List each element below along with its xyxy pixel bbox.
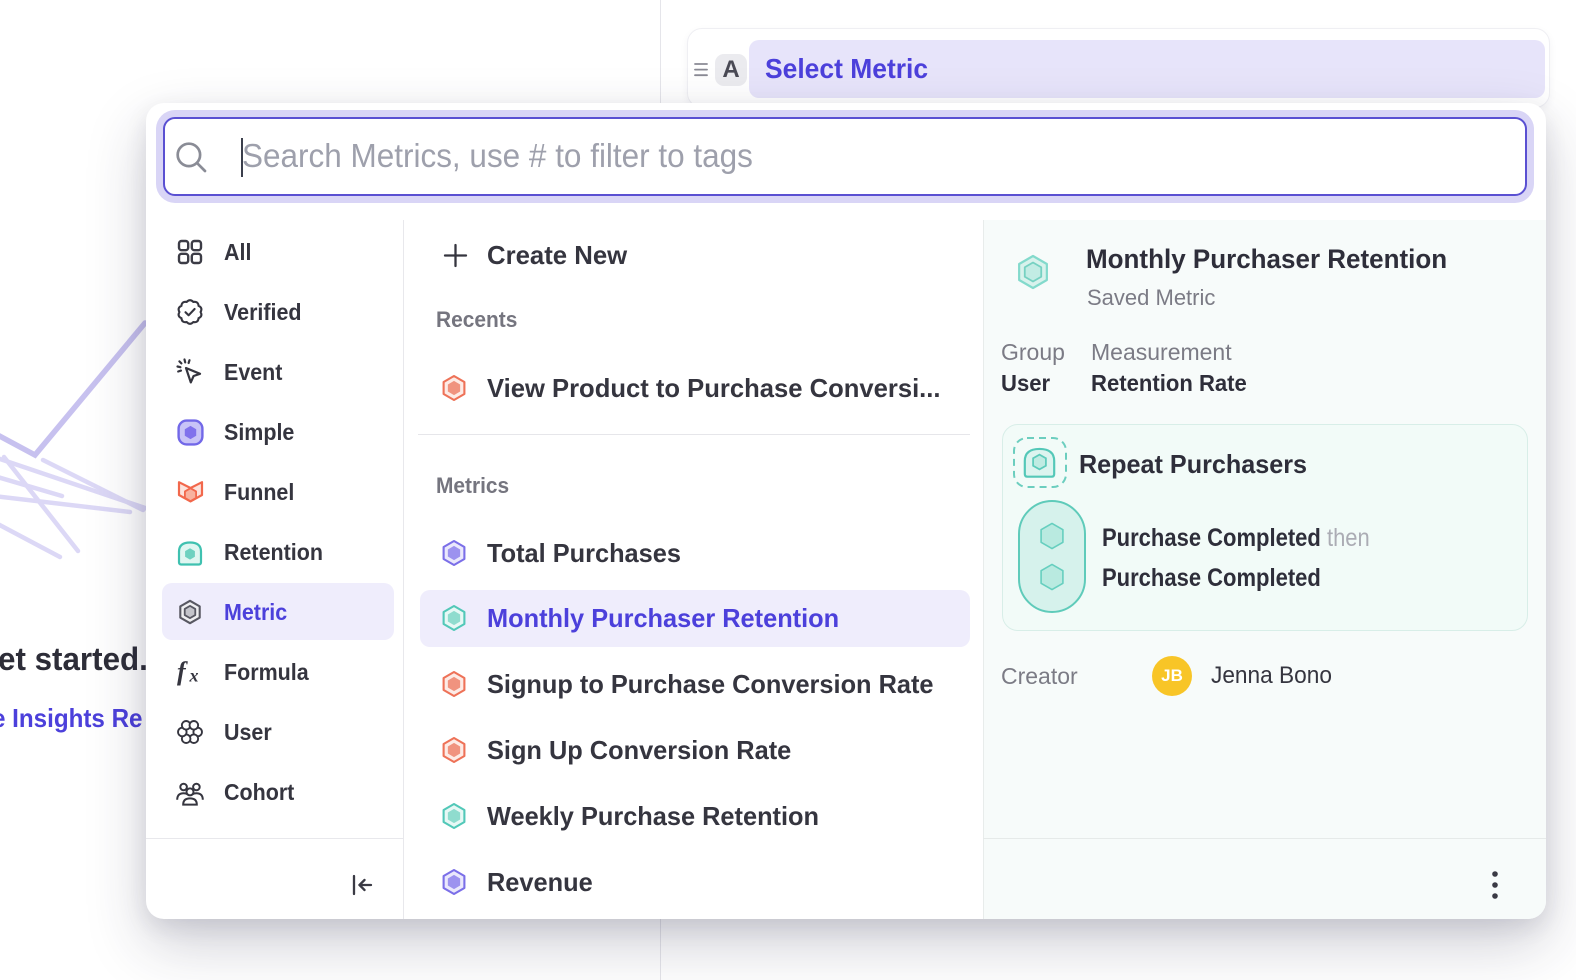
- svg-text:f: f: [177, 657, 188, 686]
- svg-text:x: x: [189, 666, 199, 686]
